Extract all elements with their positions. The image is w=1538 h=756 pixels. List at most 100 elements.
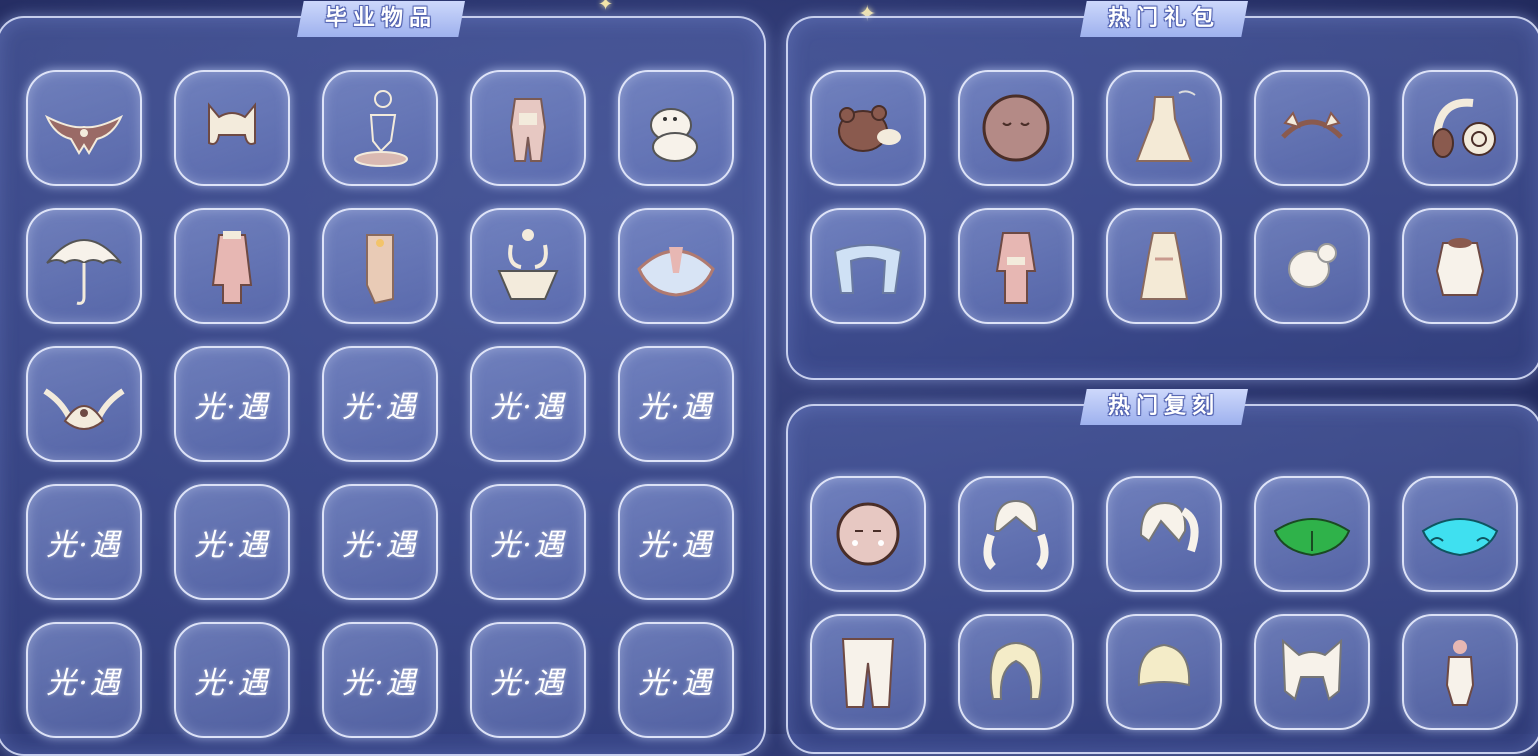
item-slot[interactable]: 光·遇	[174, 346, 290, 462]
hot-gifts-panel: 热门礼包	[786, 1, 1538, 380]
small-outfit-icon	[1445, 640, 1475, 706]
item-slot[interactable]	[26, 70, 142, 186]
coat-icon	[211, 231, 253, 304]
placeholder-logo-icon: 光·遇	[490, 390, 566, 425]
item-slot[interactable]: 光·遇	[174, 622, 290, 738]
item-slot[interactable]: 光·遇	[26, 484, 142, 600]
item-slot[interactable]	[1402, 614, 1518, 730]
item-slot[interactable]	[1106, 614, 1222, 730]
item-slot[interactable]	[958, 208, 1074, 324]
item-slot[interactable]: 光·遇	[322, 622, 438, 738]
horned-mask-icon	[497, 229, 559, 300]
cream-top-icon	[1435, 238, 1485, 296]
placeholder-logo-icon: 光·遇	[638, 528, 714, 563]
item-slot[interactable]	[618, 208, 734, 324]
umbrella-icon	[46, 239, 122, 305]
bear-hat-icon	[838, 105, 901, 152]
headphones-icon	[1432, 98, 1496, 158]
outfit-icon	[509, 98, 547, 162]
ponytail-hair-icon	[1139, 501, 1199, 553]
placeholder-logo-icon: 光·遇	[46, 528, 122, 563]
placeholder-logo-icon: 光·遇	[490, 528, 566, 563]
item-slot[interactable]	[1106, 70, 1222, 186]
scarf-icon	[366, 234, 394, 305]
green-cape-icon	[1273, 518, 1351, 557]
winged-mask-icon	[43, 388, 125, 430]
item-slot[interactable]: 光·遇	[26, 622, 142, 738]
item-slot[interactable]	[1106, 476, 1222, 592]
item-slot[interactable]	[26, 208, 142, 324]
item-slot[interactable]: 光·遇	[470, 622, 586, 738]
hot-reruns-panel: 热门复刻	[786, 389, 1538, 754]
item-slot[interactable]	[810, 614, 926, 730]
item-slot[interactable]	[1402, 70, 1518, 186]
placeholder-logo-icon: 光·遇	[46, 666, 122, 701]
item-slot[interactable]	[958, 70, 1074, 186]
blush-mask-icon	[836, 502, 900, 566]
item-slot[interactable]	[1254, 476, 1370, 592]
item-slot[interactable]	[958, 476, 1074, 592]
panel-title: 热门复刻	[1079, 389, 1249, 425]
short-hair-icon	[1137, 643, 1191, 687]
headband-icon	[1281, 111, 1343, 139]
item-slot[interactable]	[26, 346, 142, 462]
placeholder-logo-icon: 光·遇	[342, 666, 418, 701]
wing-cape-icon	[44, 114, 124, 155]
cape-icon	[637, 247, 715, 297]
placeholder-logo-icon: 光·遇	[194, 666, 270, 701]
graduation-panel: 毕业物品 光·遇 光·遇 光·遇 光·遇 光·遇 光·遇 光·遇 光·遇 光·遇…	[0, 1, 766, 756]
twin-tail-hair-icon	[983, 499, 1049, 570]
item-slot[interactable]	[958, 614, 1074, 730]
item-slot[interactable]: 光·遇	[322, 484, 438, 600]
hot-reruns-grid	[810, 476, 1518, 730]
graduation-grid: 光·遇 光·遇 光·遇 光·遇 光·遇 光·遇 光·遇 光·遇 光·遇 光·遇 …	[26, 70, 734, 738]
item-slot[interactable]	[470, 70, 586, 186]
item-slot[interactable]: 光·遇	[322, 346, 438, 462]
item-slot[interactable]	[810, 208, 926, 324]
hair-bun-icon	[1288, 243, 1337, 288]
pink-outfit-icon	[995, 232, 1037, 304]
item-slot[interactable]	[810, 70, 926, 186]
scarf-blue-icon	[833, 244, 903, 294]
mask-face-icon	[982, 94, 1050, 162]
placeholder-logo-icon: 光·遇	[194, 390, 270, 425]
panel-title: 毕业物品	[296, 1, 466, 37]
pants-icon	[841, 638, 895, 708]
wavy-hair-icon	[989, 642, 1043, 700]
item-slot[interactable]	[174, 70, 290, 186]
item-slot[interactable]	[618, 70, 734, 186]
hair-ears-icon	[208, 102, 256, 145]
item-slot[interactable]	[1254, 614, 1370, 730]
placeholder-logo-icon: 光·遇	[638, 666, 714, 701]
moomin-plush-icon	[650, 108, 698, 162]
item-slot[interactable]	[1402, 208, 1518, 324]
placeholder-logo-icon: 光·遇	[342, 528, 418, 563]
robe-icon	[1139, 232, 1189, 300]
item-slot[interactable]	[322, 70, 438, 186]
cyan-cape-icon	[1421, 518, 1499, 557]
figure-emote-icon	[354, 90, 408, 167]
item-slot[interactable]	[1106, 208, 1222, 324]
dress-icon	[1135, 90, 1196, 162]
placeholder-logo-icon: 光·遇	[638, 390, 714, 425]
item-slot[interactable]: 光·遇	[618, 622, 734, 738]
placeholder-logo-icon: 光·遇	[194, 528, 270, 563]
hot-gifts-grid	[810, 70, 1518, 324]
item-slot[interactable]: 光·遇	[470, 484, 586, 600]
item-slot[interactable]	[470, 208, 586, 324]
item-slot[interactable]	[174, 208, 290, 324]
item-slot[interactable]	[322, 208, 438, 324]
placeholder-logo-icon: 光·遇	[342, 390, 418, 425]
placeholder-logo-icon: 光·遇	[490, 666, 566, 701]
item-slot[interactable]	[1402, 476, 1518, 592]
item-slot[interactable]: 光·遇	[618, 346, 734, 462]
item-slot[interactable]	[1254, 70, 1370, 186]
panel-title: 热门礼包	[1079, 1, 1249, 37]
item-slot[interactable]	[1254, 208, 1370, 324]
item-slot[interactable]: 光·遇	[618, 484, 734, 600]
cat-ear-hair-icon	[1281, 638, 1343, 701]
sparkle-icon: ✦	[598, 0, 614, 15]
item-slot[interactable]	[810, 476, 926, 592]
item-slot[interactable]: 光·遇	[174, 484, 290, 600]
item-slot[interactable]: 光·遇	[470, 346, 586, 462]
